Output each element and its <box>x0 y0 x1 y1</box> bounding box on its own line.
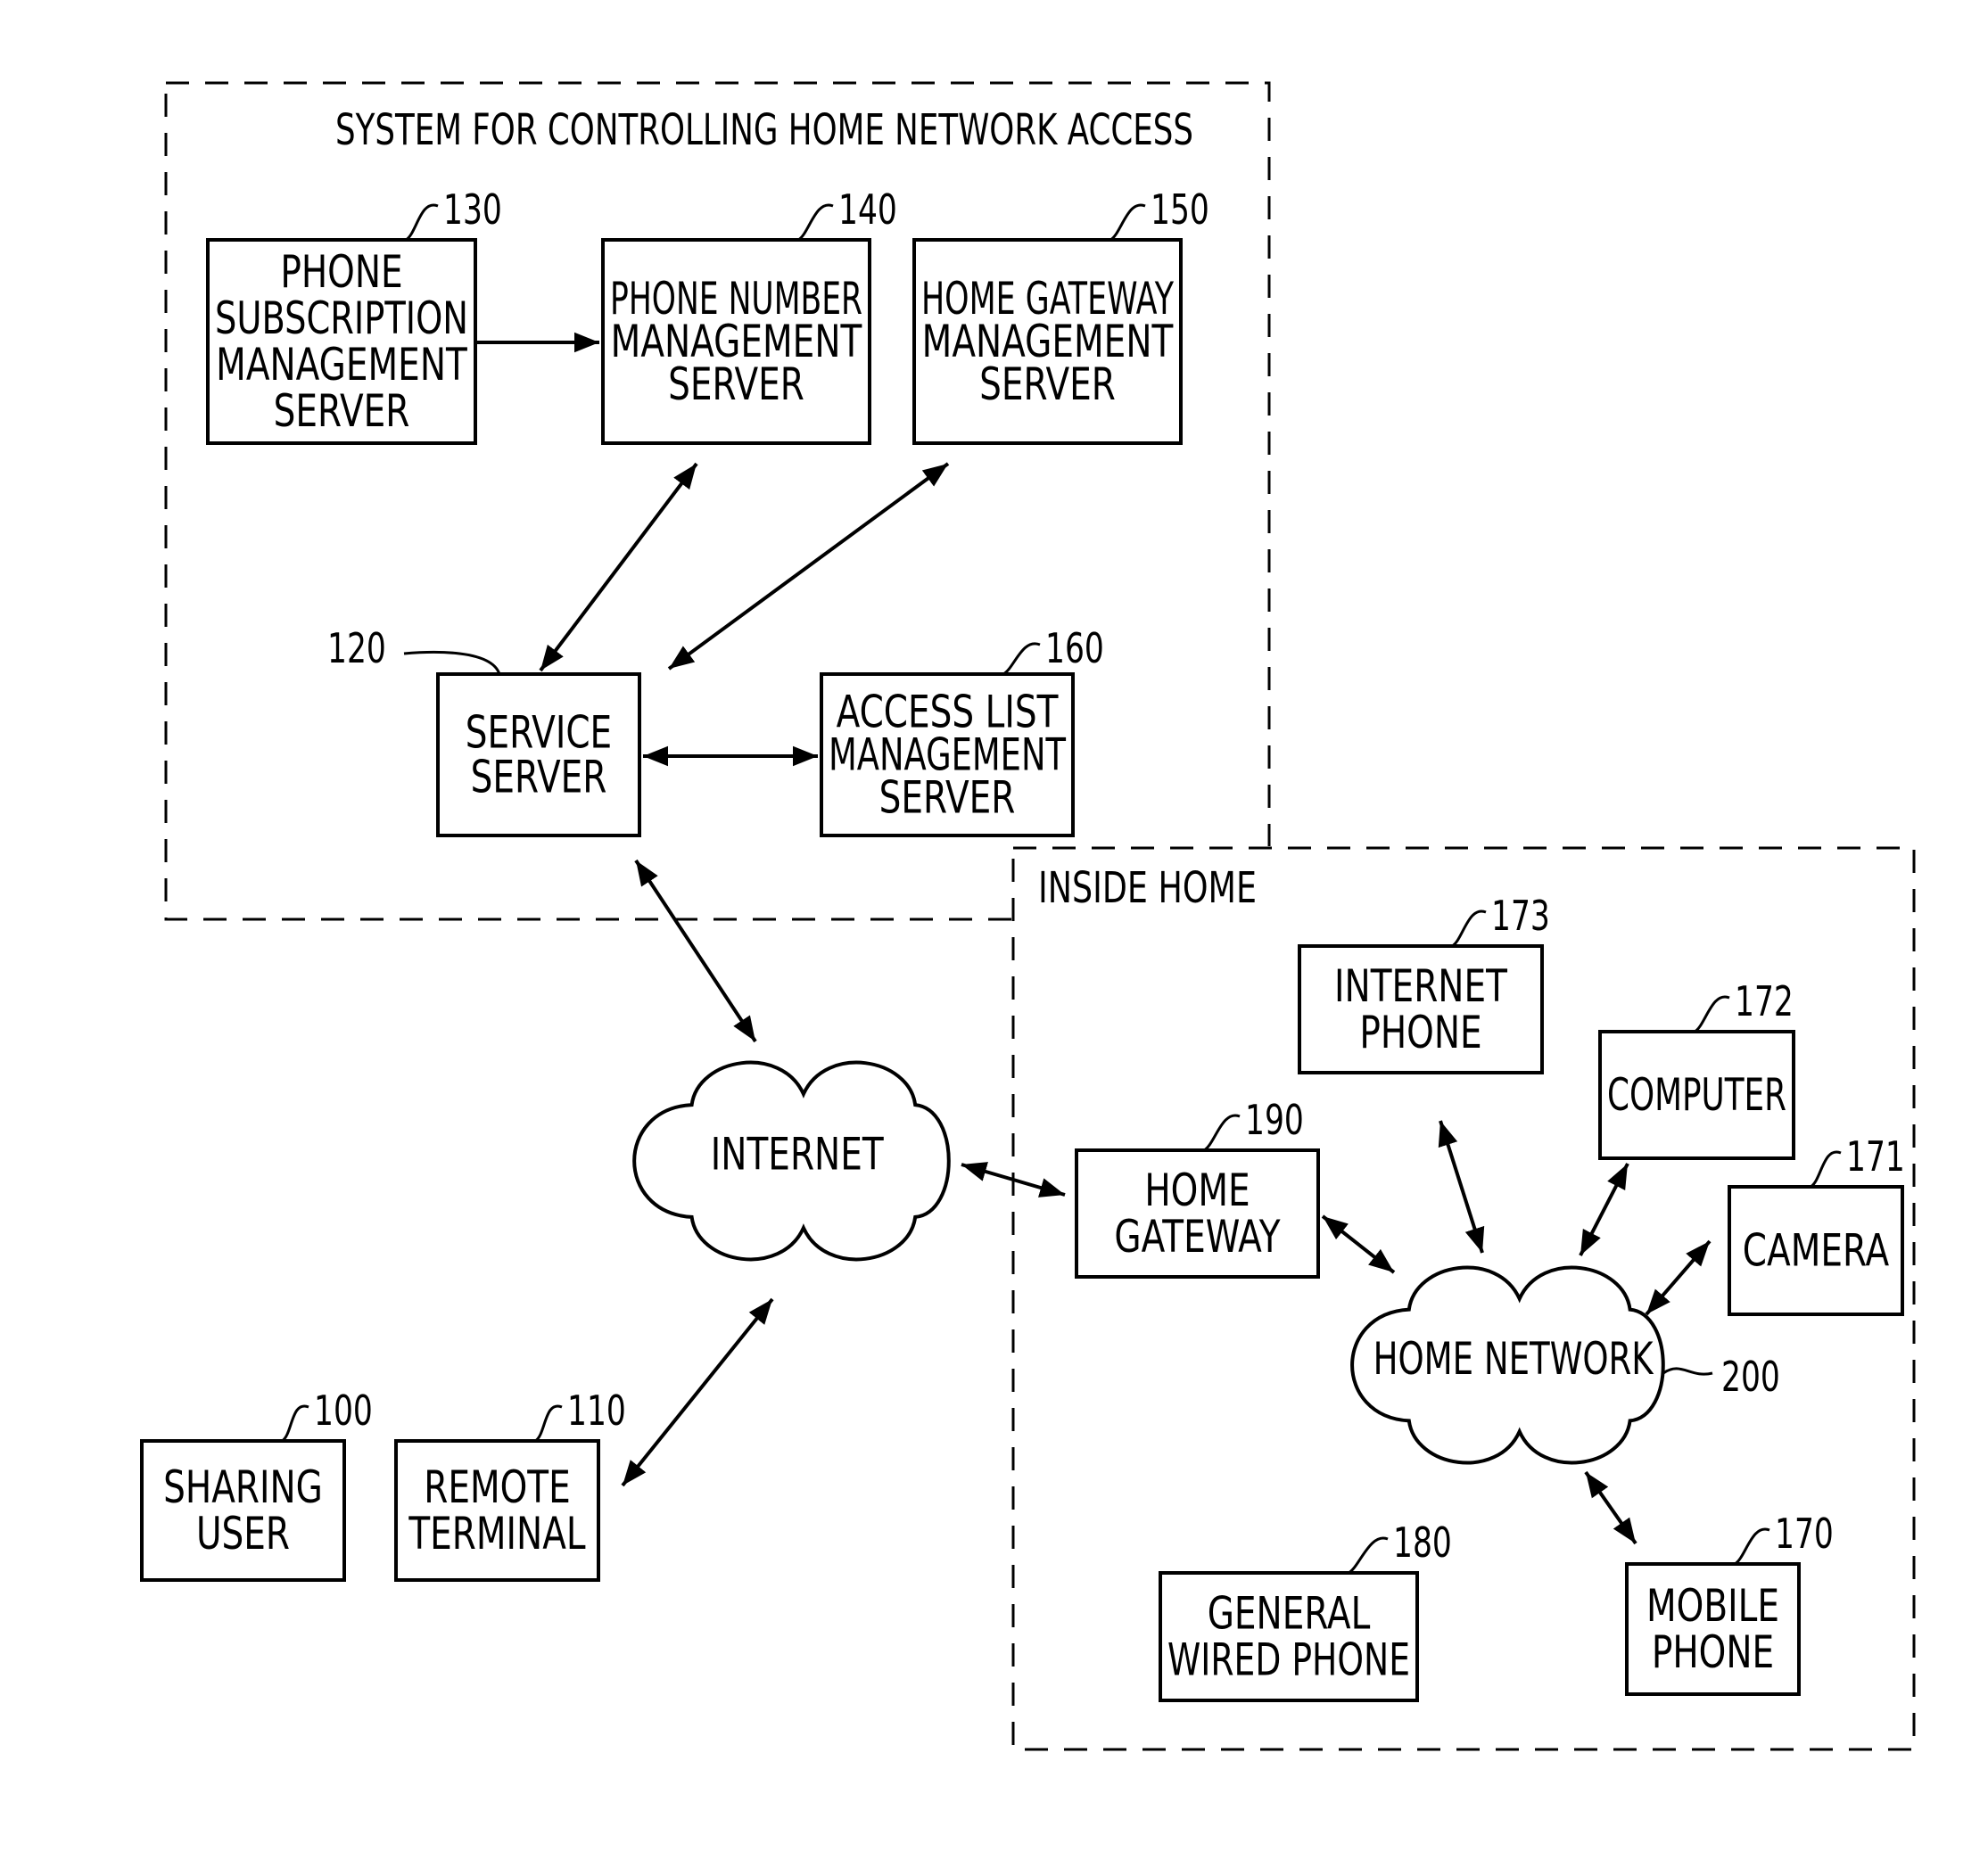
sharing-user-label-line: SHARING <box>163 1461 323 1513</box>
phone-subscription-label-line: MANAGEMENT <box>216 339 467 391</box>
edge-internet-phone-to-home-network-arrow <box>1438 1120 1485 1254</box>
system-region-title: SYSTEM FOR CONTROLLING HOME NETWORK ACCE… <box>335 105 1193 155</box>
home-network-leader-line <box>1662 1367 1713 1376</box>
edge-phone-number-to-service-server-arrow <box>539 462 698 672</box>
home-network-cloud-node: HOME NETWORK 200 <box>1350 1265 1780 1465</box>
service-server-node: SERVICESERVER120 <box>327 624 641 837</box>
phone-subscription-leader-line <box>405 203 439 242</box>
home-gateway-ref-number: 190 <box>1245 1096 1304 1144</box>
phone-number-label-line: SERVER <box>668 358 804 410</box>
mobile-phone-leader-line <box>1734 1527 1770 1566</box>
general-wired-phone-ref-number: 180 <box>1393 1518 1452 1567</box>
mobile-phone-label-line: PHONE <box>1652 1626 1774 1678</box>
access-list-leader-line <box>1002 642 1041 676</box>
access-list-ref-number: 160 <box>1045 624 1104 672</box>
system-region: SYSTEM FOR CONTROLLING HOME NETWORK ACCE… <box>164 81 1271 921</box>
home-gateway-mgmt-leader-line <box>1109 203 1146 242</box>
phone-number-leader-line <box>797 203 834 242</box>
camera-ref-number: 171 <box>1846 1132 1905 1181</box>
home-network-label-line: HOME NETWORK <box>1373 1333 1654 1385</box>
computer-node: COMPUTER 172 <box>1598 977 1795 1160</box>
internet-phone-label-line: PHONE <box>1359 1007 1481 1058</box>
internet-phone-leader-line <box>1451 909 1487 948</box>
access-list-node: ACCESS LISTMANAGEMENTSERVER160 <box>820 624 1104 837</box>
computer-leader-line <box>1694 995 1730 1033</box>
internet-cloud-node: INTERNET <box>632 1060 951 1262</box>
edge-home-gateway-to-home-network-arrow <box>1321 1214 1396 1274</box>
mobile-phone-ref-number: 170 <box>1775 1510 1834 1558</box>
home-gateway-mgmt-node: HOME GATEWAYMANAGEMENTSERVER150 <box>912 185 1209 445</box>
service-server-leader-line <box>403 650 501 675</box>
home-region-title: INSIDE HOME <box>1038 863 1257 913</box>
home-gateway-label-line: GATEWAY <box>1114 1211 1281 1263</box>
access-list-label-line: SERVER <box>879 772 1016 824</box>
computer-label-line: COMPUTER <box>1607 1069 1786 1121</box>
camera-leader-line <box>1810 1150 1842 1189</box>
remote-terminal-label-line: TERMINAL <box>408 1508 586 1560</box>
phone-subscription-node: PHONESUBSCRIPTIONMANAGEMENTSERVER 130 <box>206 185 502 445</box>
nodes-layer: PHONESUBSCRIPTIONMANAGEMENTSERVER130PHON… <box>140 185 1905 1702</box>
edge-service-server-to-internet-arrow <box>634 859 757 1043</box>
sharing-user-ref-number: 100 <box>314 1387 373 1435</box>
edge-camera-to-home-network-arrow <box>1645 1239 1712 1316</box>
remote-terminal-label-line: REMOTE <box>424 1461 571 1513</box>
service-server-ref-number: 120 <box>327 624 386 672</box>
internet-label-line: INTERNET <box>711 1129 884 1181</box>
remote-terminal-ref-number: 110 <box>567 1387 626 1435</box>
home-network-ref-number: 200 <box>1721 1353 1780 1401</box>
remote-terminal-node: REMOTETERMINAL 110 <box>394 1387 626 1582</box>
home-gateway-node: HOMEGATEWAY 190 <box>1075 1096 1320 1279</box>
remote-terminal-leader-line <box>534 1404 563 1443</box>
home-network-access-diagram: SYSTEM FOR CONTROLLING HOME NETWORK ACCE… <box>140 81 1916 1751</box>
service-server-label-line: SERVER <box>471 752 607 803</box>
phone-number-node: PHONE NUMBERMANAGEMENTSERVER140 <box>601 185 897 445</box>
internet-phone-ref-number: 173 <box>1491 892 1550 940</box>
system-region-border <box>164 81 1271 921</box>
phone-subscription-label-line: SERVER <box>274 385 410 437</box>
edge-computer-to-home-network-arrow <box>1579 1163 1629 1256</box>
home-gateway-label-line: HOME <box>1144 1165 1250 1216</box>
general-wired-phone-leader-line <box>1348 1536 1389 1575</box>
home-gateway-mgmt-label-line: SERVER <box>979 358 1116 410</box>
home-gateway-mgmt-ref-number: 150 <box>1151 185 1209 234</box>
mobile-phone-node: MOBILEPHONE 170 <box>1625 1510 1834 1696</box>
internet-phone-label-line: INTERNET <box>1334 960 1507 1012</box>
phone-subscription-label-line: PHONE <box>280 246 402 298</box>
home-gateway-leader-line <box>1203 1114 1241 1152</box>
edge-mobile-phone-to-home-network-arrow <box>1584 1470 1637 1545</box>
computer-ref-number: 172 <box>1735 977 1794 1025</box>
edge-remote-terminal-to-internet-arrow <box>621 1297 774 1487</box>
camera-label-line: CAMERA <box>1743 1225 1889 1277</box>
sharing-user-label-line: USER <box>196 1508 290 1560</box>
sharing-user-node: SHARINGUSER 100 <box>140 1387 373 1582</box>
sharing-user-leader-line <box>281 1404 309 1443</box>
general-wired-phone-label-line: WIRED PHONE <box>1167 1634 1410 1686</box>
mobile-phone-label-line: MOBILE <box>1646 1580 1779 1632</box>
phone-subscription-ref-number: 130 <box>443 185 502 234</box>
general-wired-phone-node: GENERALWIRED PHONE 180 <box>1159 1518 1452 1702</box>
general-wired-phone-label-line: GENERAL <box>1208 1588 1371 1640</box>
edge-home-gateway-mgmt-to-service-server-arrow <box>667 462 950 671</box>
phone-number-ref-number: 140 <box>838 185 897 234</box>
phone-subscription-label-line: SUBSCRIPTION <box>215 292 468 344</box>
internet-phone-node: INTERNETPHONE 173 <box>1298 892 1550 1074</box>
